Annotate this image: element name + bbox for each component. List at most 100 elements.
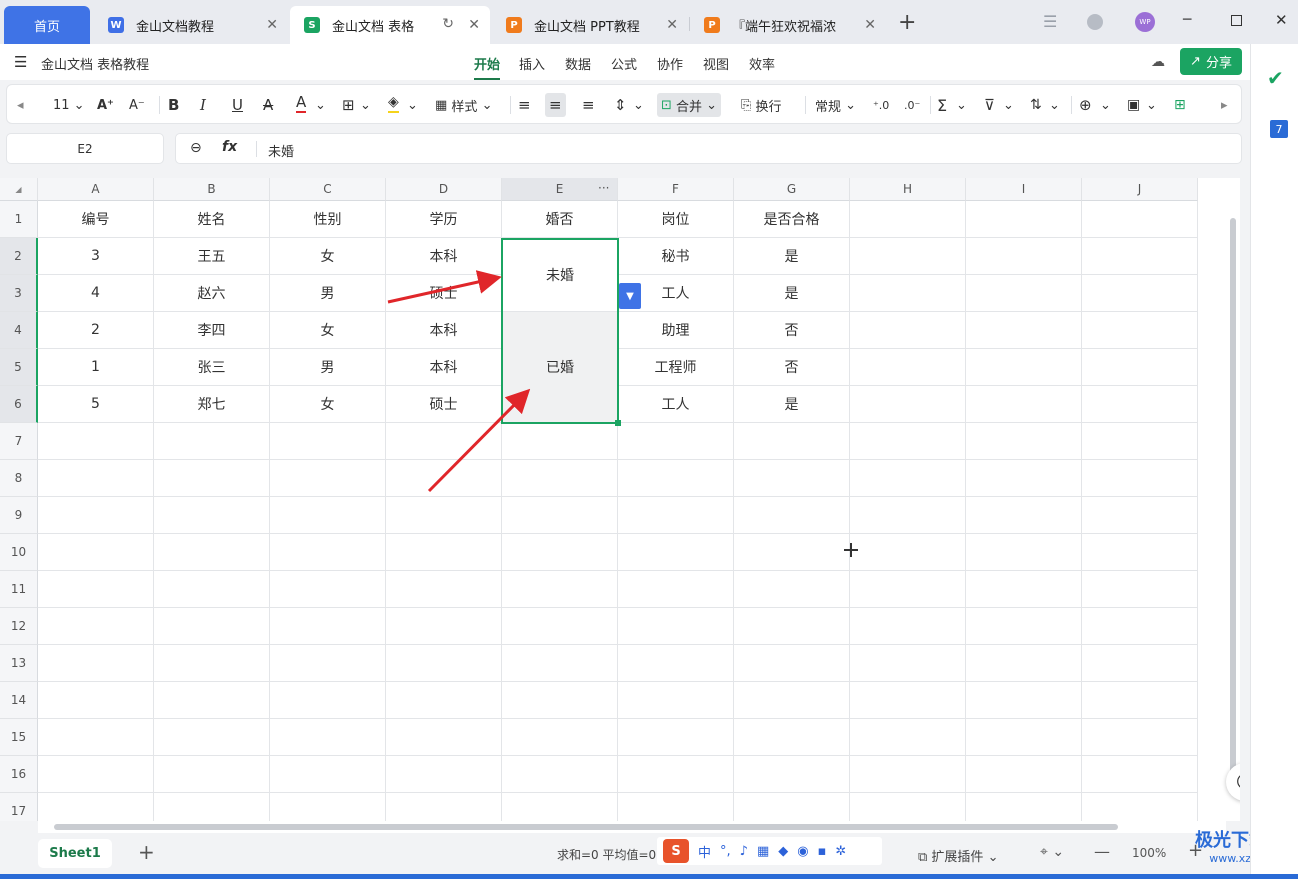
chevron-down-icon[interactable]: ⌄ xyxy=(360,93,371,117)
vertical-align-icon[interactable]: ⇕ xyxy=(614,93,627,117)
increase-font-icon[interactable]: A⁺ xyxy=(97,93,114,117)
merge-cells-button[interactable]: ⊡ 合并 ⌄ xyxy=(657,93,722,117)
format-label: 常规 xyxy=(815,99,842,115)
tab-doc-ppt[interactable]: P 金山文档 PPT教程 ✕ xyxy=(492,6,688,44)
hamburger-icon[interactable]: ☰ xyxy=(14,53,27,71)
close-icon[interactable]: ✕ xyxy=(468,17,480,33)
tab-home[interactable]: 首页 xyxy=(4,6,90,44)
maximize-button[interactable] xyxy=(1231,15,1242,26)
sort-icon[interactable]: ⇅ xyxy=(1030,93,1042,117)
close-icon[interactable]: ✕ xyxy=(666,17,678,33)
chat-icon[interactable] xyxy=(1087,14,1103,30)
underline-icon[interactable]: U xyxy=(232,93,243,117)
more-tools-icon[interactable]: ⊞ xyxy=(1174,93,1186,117)
input-method-bar[interactable]: S 中 °, ♪ ▦ ◆ ◉ ▪ ✲ xyxy=(657,837,882,865)
tab-doc-word[interactable]: W 金山文档教程 ✕ xyxy=(94,6,288,44)
view-mode-icon[interactable]: ⌖ ⌄ xyxy=(1040,844,1064,860)
chevron-down-icon[interactable]: ⌄ xyxy=(956,93,967,117)
chevron-down-icon[interactable]: ⌄ xyxy=(1146,93,1157,117)
align-right-icon[interactable]: ≡ xyxy=(582,93,595,117)
horizontal-scrollbar[interactable] xyxy=(38,821,1226,833)
menu-icon[interactable]: ☰ xyxy=(1043,12,1057,31)
menu-view[interactable]: 视图 xyxy=(703,54,729,73)
bold-icon[interactable]: B xyxy=(168,93,179,117)
cloud-sync-icon[interactable]: ☁ xyxy=(1151,54,1165,70)
formula-divider xyxy=(256,141,257,157)
tab-doc-sheet[interactable]: S 金山文档 表格 ↻ ✕ xyxy=(290,6,490,44)
increase-decimal-icon[interactable]: ⁺.0 xyxy=(873,93,889,117)
toolbar-scroll-left-icon[interactable]: ◂ xyxy=(17,93,24,117)
toolbar: ◂ 11 ⌄ A⁺ A⁻ B I U A A ⌄ ⊞ ⌄ ◈ ⌄ ▦ 样式 ⌄ … xyxy=(6,84,1242,124)
extensions-button[interactable]: ⧉ 扩展插件 ⌄ xyxy=(918,846,998,865)
status-summary: 求和=0 平均值=0 xyxy=(557,848,657,862)
border-icon[interactable]: ⊞ xyxy=(342,93,355,117)
menu-collab[interactable]: 协作 xyxy=(657,54,683,73)
decrease-font-icon[interactable]: A⁻ xyxy=(129,93,145,117)
doc-title[interactable]: 金山文档 表格教程 xyxy=(41,54,149,73)
image-icon[interactable]: ▣ xyxy=(1127,93,1140,117)
spreadsheet-grid[interactable]: ◢ ABCDEFGHIJ 1 2 3 4 5 6 7 8 9 10 11 12 13 14 15 16 17 编… xyxy=(0,178,1240,821)
filter-icon[interactable]: ⊽ xyxy=(984,93,995,117)
zoom-search-icon[interactable]: ⊖ xyxy=(190,140,202,156)
number-format-select[interactable]: 常规 ⌄ xyxy=(815,93,856,117)
puzzle-icon: ⧉ xyxy=(918,850,932,865)
checkmark-icon[interactable]: ✔ xyxy=(1267,66,1284,90)
italic-icon[interactable]: I xyxy=(200,93,206,117)
menu-data[interactable]: 数据 xyxy=(565,54,591,73)
h-scrollbar-thumb[interactable] xyxy=(54,824,1118,830)
chevron-down-icon[interactable]: ⌄ xyxy=(315,93,326,117)
formula-bar[interactable]: ⊖ fx 未婚 xyxy=(175,133,1242,164)
close-window-button[interactable]: ✕ xyxy=(1275,11,1288,29)
minimize-button[interactable]: ─ xyxy=(1183,12,1191,28)
chevron-down-icon[interactable]: ⌄ xyxy=(407,93,418,117)
wrap-text-button[interactable]: ⎘ 换行 xyxy=(741,93,782,117)
share-button[interactable]: ↗ 分享 xyxy=(1180,48,1242,75)
close-icon[interactable]: ✕ xyxy=(864,17,876,33)
apps-icon[interactable]: ▪ xyxy=(818,844,827,859)
microphone-icon[interactable]: ♪ xyxy=(740,844,748,859)
ime-chinese-icon[interactable]: 中 xyxy=(698,842,711,861)
name-box[interactable]: E2 xyxy=(6,133,164,164)
chevron-down-icon[interactable]: ⌄ xyxy=(1049,93,1060,117)
font-size-select[interactable]: 11 ⌄ xyxy=(53,93,85,117)
chevron-down-icon[interactable]: ⌄ xyxy=(1100,93,1111,117)
menu-formula[interactable]: 公式 xyxy=(611,54,637,73)
menu-start[interactable]: 开始 xyxy=(474,54,501,80)
share-label: 分享 xyxy=(1205,56,1232,71)
share-icon: ↗ xyxy=(1190,54,1201,69)
fill-color-icon[interactable]: ◈ xyxy=(388,93,399,113)
skin-icon[interactable]: ◆ xyxy=(778,844,788,859)
align-left-icon[interactable]: ≡ xyxy=(518,93,531,117)
tab-home-label: 首页 xyxy=(33,19,60,35)
close-icon[interactable]: ✕ xyxy=(266,17,278,33)
avatar[interactable]: WP xyxy=(1135,12,1155,32)
toolbar-scroll-right-icon[interactable]: ▸ xyxy=(1221,93,1228,117)
sheet-tab-sheet1[interactable]: Sheet1 xyxy=(38,839,112,868)
settings-icon[interactable]: ✲ xyxy=(835,844,846,859)
chevron-down-icon[interactable]: ⌄ xyxy=(633,93,644,117)
align-center-icon[interactable]: ≡ xyxy=(545,93,566,117)
zoom-out-button[interactable]: — xyxy=(1094,842,1110,861)
menu-insert[interactable]: 插入 xyxy=(519,54,545,73)
chevron-down-icon[interactable]: ⌄ xyxy=(1003,93,1014,117)
ime-punct-icon[interactable]: °, xyxy=(720,844,731,859)
strikethrough-icon[interactable]: A xyxy=(263,93,273,117)
refresh-icon[interactable]: ↻ xyxy=(442,16,454,32)
name-box-value: E2 xyxy=(77,141,93,156)
decrease-decimal-icon[interactable]: .0⁻ xyxy=(904,93,920,117)
menu-efficiency[interactable]: 效率 xyxy=(749,54,775,73)
toolbar-divider xyxy=(1071,96,1072,114)
insert-row-col-icon[interactable]: ⊕ xyxy=(1079,93,1092,117)
tab-doc-ppt-2[interactable]: P 『端午狂欢祝福浓 ✕ xyxy=(690,6,886,44)
font-color-icon[interactable]: A xyxy=(296,93,307,113)
calendar-icon[interactable]: 7 xyxy=(1270,120,1288,138)
toolbar-divider xyxy=(159,96,160,114)
new-tab-button[interactable]: + xyxy=(898,10,916,35)
function-icon[interactable]: fx xyxy=(222,139,237,155)
sum-icon[interactable]: Σ xyxy=(937,93,947,117)
cell-style-button[interactable]: ▦ 样式 ⌄ xyxy=(435,93,492,117)
add-sheet-button[interactable]: + xyxy=(138,840,155,864)
keyboard-icon[interactable]: ▦ xyxy=(757,844,769,859)
formula-input[interactable]: 未婚 xyxy=(268,141,294,160)
game-icon[interactable]: ◉ xyxy=(797,844,808,859)
